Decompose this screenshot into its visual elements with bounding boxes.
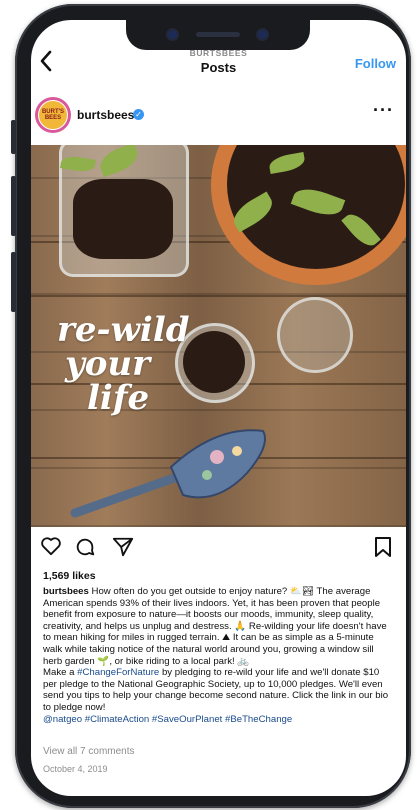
empty-glass [277, 297, 353, 373]
side-button [11, 176, 16, 236]
caption-text: How often do you get outside to enjoy na… [43, 586, 387, 667]
post-author-bar: BURT'S BEES burtsbees ✓ ··· [31, 94, 406, 142]
camera-icon [258, 30, 267, 39]
caption-username[interactable]: burtsbees [43, 586, 89, 597]
more-horizontal-icon[interactable]: ··· [373, 100, 394, 121]
speaker [196, 32, 240, 37]
post-image[interactable]: re-wild your life [31, 145, 406, 527]
hashtag-link[interactable]: #ChangeForNature [77, 667, 159, 678]
bookmark-icon[interactable] [371, 536, 395, 560]
verified-badge-icon: ✓ [133, 109, 144, 120]
likes-count[interactable]: 1,569 likes [43, 570, 96, 582]
comment-icon[interactable] [73, 536, 97, 560]
side-button [11, 120, 16, 154]
image-text-line: life [87, 378, 150, 418]
notch [126, 20, 310, 50]
post-date: October 4, 2019 [43, 764, 108, 774]
floral-trowel [70, 429, 266, 518]
view-comments-link[interactable]: View all 7 comments [43, 746, 135, 757]
follow-button[interactable]: Follow [355, 56, 396, 71]
side-button [11, 252, 16, 312]
post-actions [31, 532, 406, 564]
image-text-line: your [65, 344, 151, 384]
post-username[interactable]: burtsbees [77, 108, 134, 122]
avatar[interactable]: BURT'S BEES [35, 97, 71, 133]
heart-icon[interactable] [39, 536, 63, 560]
post-caption: burtsbees How often do you get outside t… [43, 586, 395, 725]
image-text-line: re-wild [57, 310, 190, 350]
screen: BURTSBEES Posts Follow BURT'S BEES burts… [31, 20, 406, 796]
tags-line[interactable]: @natgeo #ClimateAction #SaveOurPlanet #B… [43, 714, 292, 725]
small-jar-soil [183, 331, 245, 393]
share-icon[interactable] [111, 536, 135, 560]
caption-text: Make a [43, 667, 78, 679]
jar-soil [73, 179, 173, 259]
page-title: Posts [200, 60, 237, 75]
brand-logo: BURT'S BEES [38, 100, 68, 130]
plank-line [31, 295, 406, 297]
camera-icon [168, 30, 177, 39]
avatar-logo-text: BURT'S BEES [41, 109, 65, 121]
